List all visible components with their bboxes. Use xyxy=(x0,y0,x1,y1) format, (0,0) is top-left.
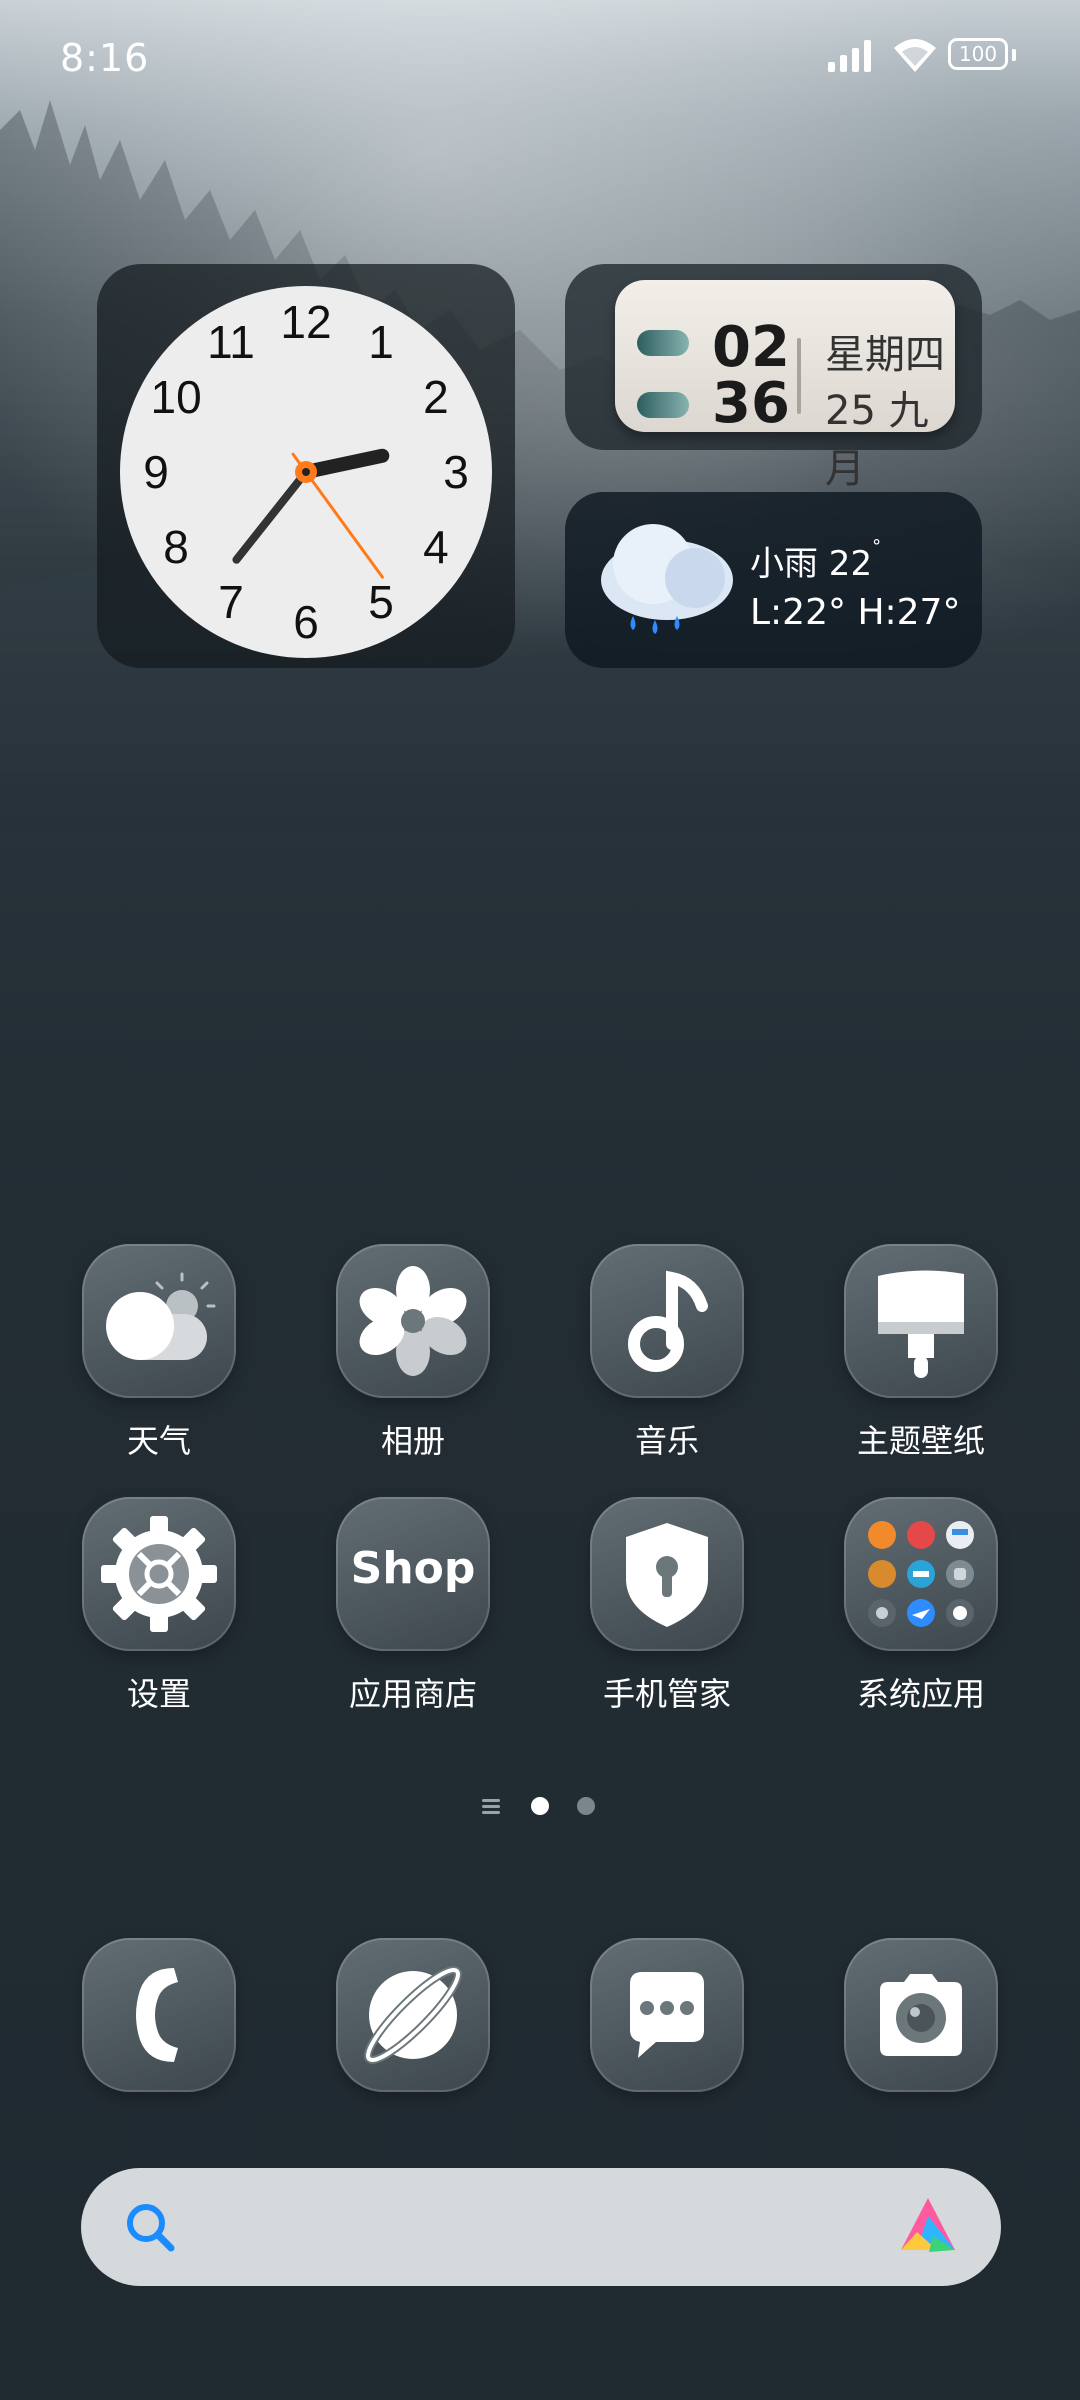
battery-nub xyxy=(1012,49,1016,61)
page-dot xyxy=(577,1797,595,1815)
security-icon xyxy=(590,1497,744,1651)
page-dot-active xyxy=(531,1797,549,1815)
status-bar: 8:16 100 xyxy=(0,0,1080,110)
app-label: 系统应用 xyxy=(856,1675,985,1713)
app-label: 应用商店 xyxy=(348,1675,477,1713)
clock-number: 9 xyxy=(143,446,169,498)
app-label: 设置 xyxy=(126,1675,191,1713)
shop-icon: Shop xyxy=(336,1497,490,1651)
app-settings[interactable]: 设置 xyxy=(50,1497,250,1713)
calendar-date: 25 九月 xyxy=(825,388,929,492)
clock-number: 10 xyxy=(151,371,202,423)
battery-level: 100 xyxy=(958,42,998,66)
weather-icon xyxy=(82,1244,236,1398)
dock-phone[interactable] xyxy=(50,1938,250,2138)
app-themes[interactable]: 主题壁纸 xyxy=(812,1244,1012,1460)
dock-camera[interactable] xyxy=(812,1938,1012,2138)
gallery-icon xyxy=(336,1244,490,1398)
clock-number: 8 xyxy=(163,521,189,573)
themes-icon xyxy=(844,1244,998,1398)
calendar-widget[interactable]: 02 36 星期四 25 九月 xyxy=(565,264,982,492)
app-gallery[interactable]: 相册 xyxy=(304,1244,504,1460)
clock-widget[interactable]: 12 1 2 3 4 5 6 7 8 9 10 11 xyxy=(97,264,515,668)
page-indicator[interactable] xyxy=(482,1796,602,1816)
app-label: 天气 xyxy=(126,1422,191,1460)
app-label: 手机管家 xyxy=(602,1675,731,1713)
dock-browser[interactable] xyxy=(304,1938,504,2138)
calendar-hour: 02 xyxy=(712,315,790,380)
app-label: 主题壁纸 xyxy=(856,1422,985,1460)
home-screen: 8:16 100 12 1 2 3 4 5 6 7 8 9 10 11 02 3… xyxy=(0,0,1080,2400)
assistant-icon[interactable] xyxy=(893,2192,963,2262)
settings-icon xyxy=(82,1497,236,1651)
camera-icon xyxy=(844,1938,998,2092)
app-label: 音乐 xyxy=(634,1422,699,1460)
music-icon xyxy=(590,1244,744,1398)
calendar-ring xyxy=(637,392,689,418)
shop-icon-text: Shop xyxy=(350,1543,476,1594)
calendar-divider xyxy=(797,338,801,414)
app-music[interactable]: 音乐 xyxy=(558,1244,758,1460)
clock-number: 4 xyxy=(423,521,449,573)
weather-widget[interactable]: 小雨 22° L:22° H:27° xyxy=(565,492,982,668)
analog-clock: 12 12 3 45678 9 1011 xyxy=(120,286,492,658)
wifi-icon xyxy=(894,39,936,72)
phone-icon xyxy=(82,1938,236,2092)
status-time: 8:16 xyxy=(60,36,150,80)
weather-range: L:22° H:27° xyxy=(750,592,961,633)
clock-number: 5 xyxy=(368,576,394,628)
clock-number: 12 xyxy=(280,296,331,348)
clock-number: 2 xyxy=(423,371,449,423)
weather-condition-temp: 小雨 22 xyxy=(750,544,873,584)
browser-icon xyxy=(336,1938,490,2092)
clock-number: 6 xyxy=(293,596,319,648)
clock-number: 7 xyxy=(218,576,244,628)
calendar-minute: 36 xyxy=(712,371,790,436)
calendar-card: 02 36 星期四 25 九月 xyxy=(615,280,955,492)
clock-center-dot xyxy=(302,468,310,476)
app-store[interactable]: Shop 应用商店 xyxy=(304,1497,504,1713)
clock-number: 3 xyxy=(443,446,469,498)
rain-cloud-icon xyxy=(601,524,733,634)
search-icon xyxy=(127,2204,175,2252)
cellular-signal-icon xyxy=(828,40,871,72)
app-security[interactable]: 手机管家 xyxy=(558,1497,758,1713)
page-list-icon xyxy=(482,1799,500,1814)
app-folder-system[interactable]: 系统应用 xyxy=(812,1497,1012,1713)
folder-icon xyxy=(844,1497,998,1651)
clock-number: 1 xyxy=(368,316,394,368)
weather-condition: 小雨 22° xyxy=(750,536,881,585)
app-weather[interactable]: 天气 xyxy=(50,1244,250,1460)
dock-messages[interactable] xyxy=(558,1938,758,2138)
search-bar[interactable] xyxy=(81,2168,1001,2286)
messages-icon xyxy=(590,1938,744,2092)
app-label: 相册 xyxy=(380,1422,445,1460)
calendar-ring xyxy=(637,330,689,356)
clock-number: 11 xyxy=(207,316,255,368)
weather-unit: ° xyxy=(872,536,882,557)
battery-indicator: 100 xyxy=(948,38,1016,70)
calendar-weekday: 星期四 xyxy=(825,332,945,378)
